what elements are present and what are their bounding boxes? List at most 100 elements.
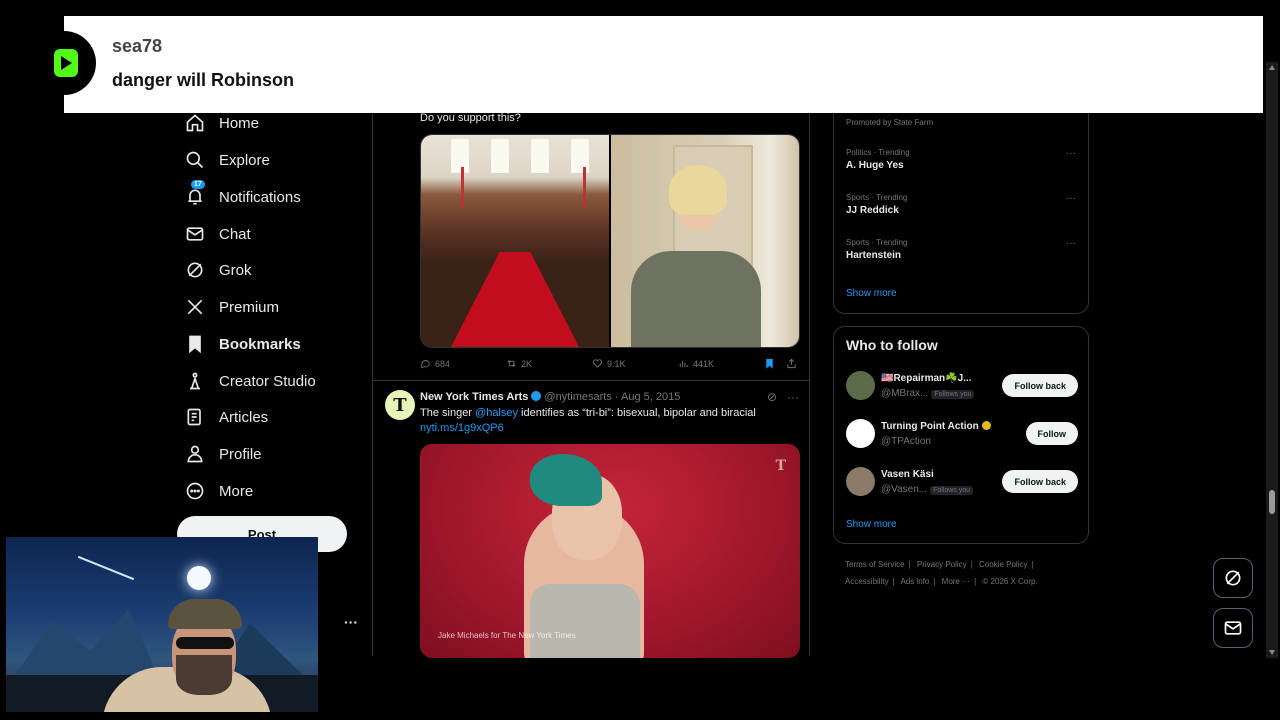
footer-link[interactable]: More ··· [942, 577, 970, 586]
scroll-up-icon[interactable] [1269, 65, 1275, 70]
copyright: © 2026 X Corp. [982, 577, 1038, 586]
verified-badge-icon [981, 421, 991, 430]
follow-back-button[interactable]: Follow back [1002, 470, 1078, 493]
woman-photo [611, 135, 799, 347]
show-more-link[interactable]: Show more [846, 288, 897, 299]
follows-you-badge: Follows you [931, 390, 975, 399]
nav-item-premium[interactable]: Premium [184, 292, 279, 322]
bookmark-filled-icon [766, 358, 773, 369]
follow-button[interactable]: Follow [1025, 422, 1078, 445]
nav-item-label: More [219, 482, 254, 500]
more-circle-icon [184, 480, 206, 502]
nyt-logo-icon: T [775, 458, 786, 474]
promoted-label: Promoted by State Farm [846, 118, 934, 127]
x-logo-icon [184, 296, 206, 318]
author-handle[interactable]: @nytimesarts [544, 391, 611, 403]
tweet-actions: 684 2K 9.1K 441K [420, 356, 800, 372]
tweet-date[interactable]: · Aug 5, 2015 [615, 391, 680, 403]
search-icon [184, 149, 206, 171]
messages-fab-button[interactable] [1213, 608, 1253, 648]
nav-item-more[interactable]: More [184, 476, 253, 506]
nav-item-label: Creator Studio [219, 372, 316, 390]
nav-item-chat[interactable]: Chat [184, 219, 251, 249]
footer-link[interactable]: Privacy Policy [917, 560, 967, 569]
nav-item-profile[interactable]: Profile [184, 439, 262, 469]
tweet-media[interactable]: T Jake Michaels for The New York Times [420, 444, 800, 658]
more-options-icon[interactable]: ··· [787, 390, 799, 404]
chat-overlay-banner: sea78 danger will Robinson [64, 16, 1263, 113]
avatar[interactable] [846, 467, 875, 496]
section-title: Who to follow [846, 337, 938, 353]
retweet-icon [507, 360, 516, 367]
show-more-link[interactable]: Show more [846, 519, 897, 530]
courtroom-image [421, 135, 609, 347]
follow-suggestion[interactable]: Vasen Käsi @Vasen... Follows you Follow b… [846, 467, 1078, 499]
nav-item-notifications[interactable]: 17 Notifications [184, 180, 301, 212]
trend-item[interactable]: Politics · Trending A. Huge Yes [846, 148, 910, 171]
bookmark-button[interactable] [764, 358, 775, 369]
url-link[interactable]: nyti.ms/1g9xQP6 [420, 422, 504, 434]
author-name[interactable]: New York Times Arts [420, 391, 528, 403]
footer-link[interactable]: Terms of Service [845, 560, 905, 569]
views-button[interactable]: 441K [678, 358, 714, 369]
views-icon [679, 360, 688, 368]
avatar[interactable] [846, 419, 875, 448]
timeline: Do you support this? 684 2K 9.1K 441K T … [372, 104, 810, 658]
retweet-button[interactable]: 2K [506, 358, 532, 369]
nav-item-label: Profile [219, 445, 262, 463]
nav-item-explore[interactable]: Explore [184, 145, 270, 175]
avatar[interactable] [846, 371, 875, 400]
share-icon [787, 358, 796, 369]
more-options-icon[interactable]: ··· [1066, 148, 1076, 159]
footer-link[interactable]: Accessibility [845, 577, 889, 586]
tweet-media[interactable] [420, 134, 800, 348]
tweet-text: Do you support this? [420, 112, 521, 124]
footer-link[interactable]: Ads info [900, 577, 929, 586]
nav-item-label: Premium [219, 298, 280, 316]
articles-icon [184, 406, 206, 428]
avatar[interactable]: T [385, 390, 415, 420]
like-button[interactable]: 9.1K [592, 358, 626, 369]
scroll-down-icon[interactable] [1269, 650, 1275, 655]
more-options-icon[interactable]: ··· [1066, 193, 1076, 204]
mention-link[interactable]: @halsey [475, 407, 518, 419]
trend-item[interactable]: Sports · Trending Hartenstein [846, 238, 907, 261]
nav-item-bookmarks[interactable]: Bookmarks [184, 329, 301, 359]
reply-button[interactable]: 684 [420, 358, 450, 369]
more-options-icon[interactable]: ··· [1066, 238, 1076, 249]
nav-item-label: Home [219, 114, 260, 132]
who-to-follow-card: Who to follow 🇺🇸Repairman☘️J... @MBrax..… [833, 326, 1089, 544]
follow-back-button[interactable]: Follow back [1002, 374, 1078, 397]
mail-icon [1224, 621, 1242, 635]
bell-icon: 17 [184, 180, 206, 208]
footer-link[interactable]: Cookie Policy [979, 560, 1027, 569]
moon-icon [187, 566, 211, 590]
follow-suggestion[interactable]: 🇺🇸Repairman☘️J... @MBrax... Follows you F… [846, 371, 1078, 403]
account-menu-dots-icon[interactable]: ··· [344, 614, 358, 630]
nav-item-articles[interactable]: Articles [184, 402, 268, 432]
footer-links: Terms of Service | Privacy Policy | Cookie… [845, 560, 1034, 569]
trends-card: Promoted by State Farm Politics · Trendi… [833, 98, 1089, 314]
nav-item-label: Explore [219, 151, 270, 169]
follows-you-badge: Follows you [930, 486, 974, 495]
home-icon [184, 112, 206, 134]
follow-suggestion[interactable]: Turning Point Action @TPAction Follow [846, 419, 1078, 451]
grok-fab-button[interactable] [1213, 558, 1253, 598]
chat-username: sea78 [112, 36, 163, 56]
tweet-text: The singer @halsey identifies as “tri-bi… [420, 407, 756, 434]
photo-credit: Jake Michaels for The New York Times [438, 631, 576, 640]
nav-item-label: Chat [219, 225, 251, 243]
share-button[interactable] [786, 358, 797, 369]
trend-item[interactable]: Sports · Trending JJ Reddick [846, 193, 907, 216]
webcam-overlay [6, 537, 318, 712]
tweet-divider [373, 380, 809, 381]
chat-message: danger will Robinson [112, 70, 295, 90]
grok-icon[interactable]: ⊘ [767, 390, 777, 404]
nav-item-creator-studio[interactable]: Creator Studio [184, 366, 316, 396]
scrollbar-thumb[interactable] [1269, 490, 1275, 514]
footer-links: Accessibility | Ads info | More ··· | © 202… [845, 577, 1038, 586]
verified-badge-icon [531, 391, 542, 401]
reply-icon [421, 360, 430, 369]
nav-item-grok[interactable]: Grok [184, 255, 252, 285]
page-scrollbar[interactable] [1266, 62, 1278, 658]
